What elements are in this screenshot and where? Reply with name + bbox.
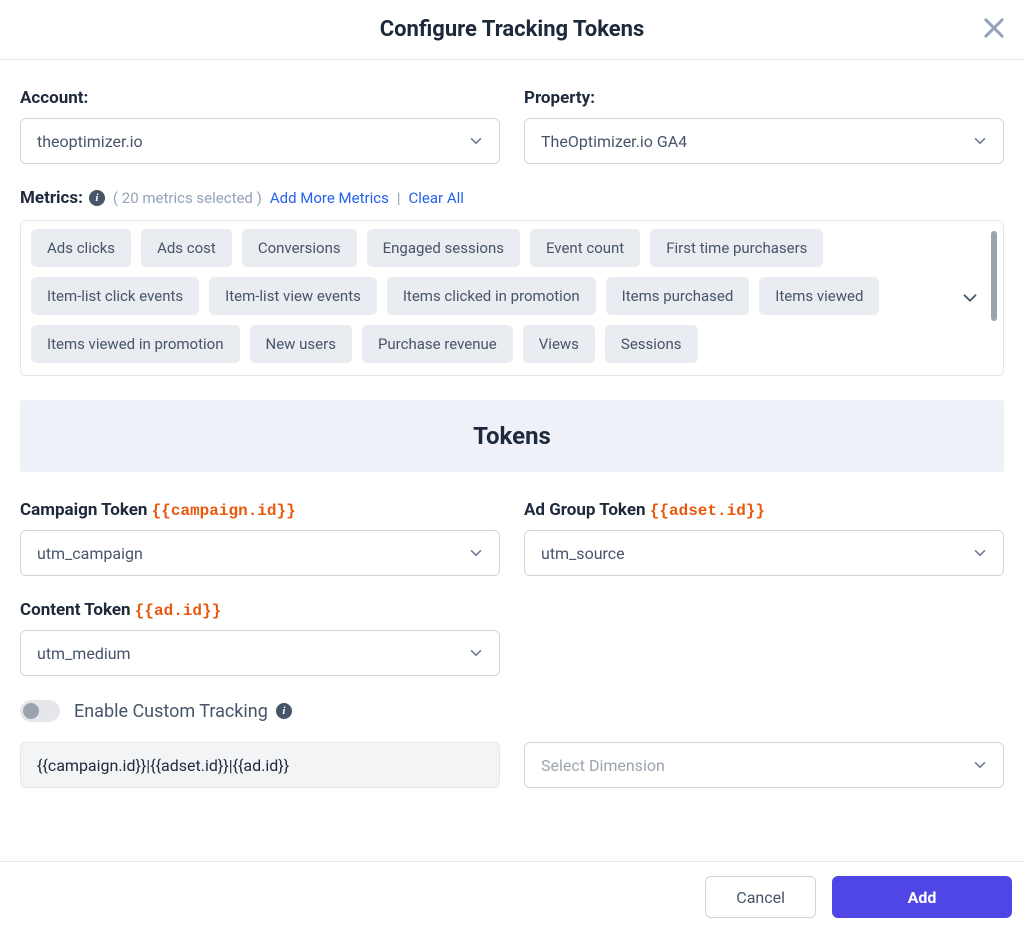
campaign-token-value: utm_campaign: [37, 544, 143, 563]
campaign-token-select[interactable]: utm_campaign: [20, 530, 500, 576]
metric-chip[interactable]: Purchase revenue: [362, 325, 513, 363]
tokens-section-header: Tokens: [20, 400, 1004, 472]
modal-title: Configure Tracking Tokens: [380, 17, 645, 42]
content-token-code: {{ad.id}}: [135, 602, 221, 620]
metrics-label: Metrics: i: [20, 188, 105, 208]
enable-custom-tracking-toggle[interactable]: [20, 700, 60, 722]
metrics-scrollbar[interactable]: [991, 231, 997, 365]
custom-pattern-value: {{campaign.id}}|{{adset.id}}|{{ad.id}}: [37, 756, 289, 775]
metrics-box: Ads clicks Ads cost Conversions Engaged …: [20, 220, 1004, 376]
metric-chip[interactable]: Items clicked in promotion: [387, 277, 596, 315]
adgroup-token-value: utm_source: [541, 544, 625, 563]
metric-chip[interactable]: New users: [250, 325, 352, 363]
content-token-value: utm_medium: [37, 644, 131, 663]
chevron-down-icon: [467, 132, 485, 150]
adgroup-token-select[interactable]: utm_source: [524, 530, 1004, 576]
metrics-selected-count: ( 20 metrics selected ): [113, 189, 262, 207]
add-more-metrics-link[interactable]: Add More Metrics: [270, 189, 389, 207]
metric-chip[interactable]: Items viewed in promotion: [31, 325, 240, 363]
metric-chip[interactable]: Sessions: [605, 325, 698, 363]
metric-chip[interactable]: Engaged sessions: [367, 229, 520, 267]
metric-chip[interactable]: Ads clicks: [31, 229, 131, 267]
content-token-label: Content Token {{ad.id}}: [20, 600, 500, 620]
account-value: theoptimizer.io: [37, 132, 143, 151]
metric-chip[interactable]: Item-list click events: [31, 277, 199, 315]
metrics-header: Metrics: i ( 20 metrics selected ) Add M…: [20, 188, 1004, 208]
campaign-token-code: {{campaign.id}}: [152, 502, 296, 520]
custom-tracking-row: Enable Custom Tracking i: [20, 700, 1004, 722]
metric-chip[interactable]: Conversions: [242, 229, 357, 267]
account-label: Account:: [20, 88, 500, 108]
chevron-down-icon: [467, 544, 485, 562]
content-token-select[interactable]: utm_medium: [20, 630, 500, 676]
metric-chip[interactable]: Items purchased: [606, 277, 750, 315]
modal-footer: Cancel Add: [0, 861, 1024, 932]
clear-all-link[interactable]: Clear All: [409, 189, 464, 207]
adgroup-token-code: {{adset.id}}: [650, 502, 765, 520]
custom-pattern-input[interactable]: {{campaign.id}}|{{adset.id}}|{{ad.id}}: [20, 742, 500, 788]
add-button[interactable]: Add: [832, 876, 1012, 918]
cancel-button[interactable]: Cancel: [705, 876, 816, 918]
metric-chip[interactable]: Views: [523, 325, 595, 363]
modal-content: Account: theoptimizer.io Property: TheOp…: [0, 60, 1024, 788]
metric-chip[interactable]: Item-list view events: [209, 277, 377, 315]
chevron-down-icon: [971, 544, 989, 562]
campaign-token-label: Campaign Token {{campaign.id}}: [20, 500, 500, 520]
metrics-chip-list: Ads clicks Ads cost Conversions Engaged …: [31, 229, 947, 363]
metric-chip[interactable]: Items viewed: [759, 277, 879, 315]
account-select[interactable]: theoptimizer.io: [20, 118, 500, 164]
scroll-thumb[interactable]: [991, 231, 997, 321]
metric-chip[interactable]: Event count: [530, 229, 640, 267]
tokens-section-title: Tokens: [473, 422, 551, 450]
dimension-placeholder: Select Dimension: [541, 756, 665, 775]
modal-header: Configure Tracking Tokens: [0, 0, 1024, 60]
info-icon: i: [276, 703, 292, 719]
chevron-down-icon: [971, 756, 989, 774]
property-select[interactable]: TheOptimizer.io GA4: [524, 118, 1004, 164]
metrics-expand-button[interactable]: [959, 287, 981, 309]
info-icon: i: [89, 190, 105, 206]
close-button[interactable]: [980, 14, 1008, 42]
chevron-down-icon: [467, 644, 485, 662]
chevron-down-icon: [959, 287, 981, 309]
property-label: Property:: [524, 88, 1004, 108]
property-value: TheOptimizer.io GA4: [541, 132, 687, 151]
metric-chip[interactable]: Ads cost: [141, 229, 232, 267]
close-icon: [980, 14, 1008, 42]
enable-custom-tracking-label: Enable Custom Tracking i: [74, 701, 292, 722]
dimension-select[interactable]: Select Dimension: [524, 742, 1004, 788]
chevron-down-icon: [971, 132, 989, 150]
adgroup-token-label: Ad Group Token {{adset.id}}: [524, 500, 1004, 520]
metric-chip[interactable]: First time purchasers: [650, 229, 823, 267]
toggle-knob: [23, 703, 39, 719]
